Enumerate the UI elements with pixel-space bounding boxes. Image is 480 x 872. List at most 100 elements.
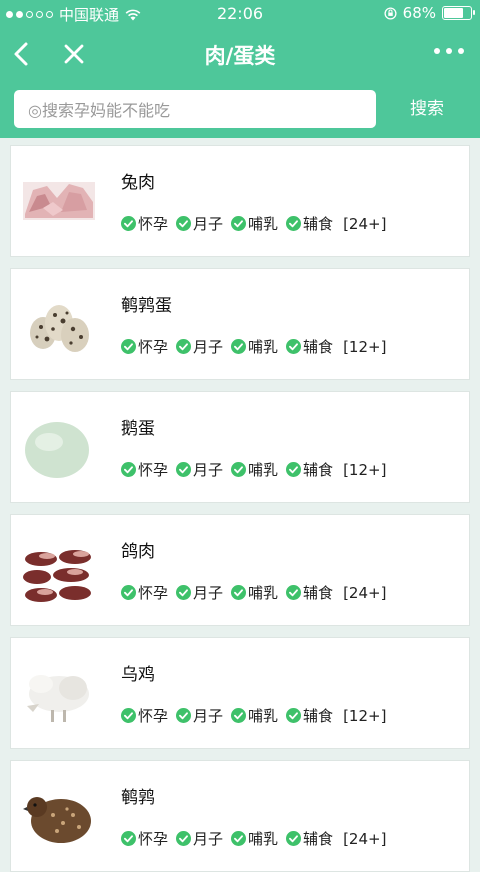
suitability-tag: 月子 [176,336,223,357]
suitability-tag: 月子 [176,459,223,480]
food-name: 鹌鹑 [121,788,155,808]
suitability-tag: 哺乳 [231,459,278,480]
food-thumbnail [23,162,95,240]
food-card[interactable]: 鸽肉怀孕 月子 哺乳 辅食 [24+] [10,514,470,626]
check-circle-icon [286,462,303,477]
food-name: 鸽肉 [121,542,155,562]
search-input[interactable]: ◎搜索孕妈能不能吃 [14,90,376,128]
tag-label: 月子 [193,584,224,602]
tag-label: 哺乳 [248,338,279,356]
food-card[interactable]: 鹅蛋 怀孕 月子 哺乳 辅食 [12+] [10,391,470,503]
check-circle-icon [176,216,193,231]
check-circle-icon [231,462,248,477]
suitability-tag: 辅食 [286,459,333,480]
suitability-tag: 辅食 [286,213,333,234]
tag-label: 辅食 [303,461,334,479]
check-circle-icon [121,462,138,477]
suitability-tag: 怀孕 [121,828,168,849]
status-right: 68% [384,4,475,22]
rotation-lock-icon [384,6,397,20]
food-thumbnail [23,777,95,855]
suitability-tag: 怀孕 [121,582,168,603]
tag-label: 月子 [193,215,224,233]
food-thumbnail [23,531,95,609]
food-card[interactable]: 鹌鹑蛋怀孕 月子 哺乳 辅食 [12+] [10,268,470,380]
suitability-tag: 哺乳 [231,705,278,726]
check-circle-icon [231,339,248,354]
tag-label: 哺乳 [248,830,279,848]
tag-label: 辅食 [303,830,334,848]
check-circle-icon [121,831,138,846]
tag-label: 怀孕 [138,830,169,848]
age-badge: [24+] [343,214,387,233]
tag-label: 月子 [193,338,224,356]
battery-percent: 68% [402,4,436,22]
suitability-tag: 哺乳 [231,336,278,357]
check-circle-icon [286,708,303,723]
suitability-tag: 辅食 [286,705,333,726]
tag-label: 月子 [193,707,224,725]
suitability-tag: 哺乳 [231,213,278,234]
tag-label: 辅食 [303,215,334,233]
close-icon[interactable] [62,42,86,66]
suitability-tag: 怀孕 [121,336,168,357]
check-circle-icon [231,585,248,600]
check-circle-icon [121,585,138,600]
age-badge: [24+] [343,583,387,602]
tag-label: 怀孕 [138,215,169,233]
check-circle-icon [286,831,303,846]
tag-label: 哺乳 [248,584,279,602]
suitability-tag: 哺乳 [231,582,278,603]
status-bar: 中国联通 22:06 68% [0,0,480,26]
check-circle-icon [176,339,193,354]
more-dots-icon[interactable] [434,48,464,54]
search-placeholder: ◎搜索孕妈能不能吃 [28,101,170,120]
check-circle-icon [231,831,248,846]
food-card[interactable]: 乌鸡怀孕 月子 哺乳 辅食 [12+] [10,637,470,749]
navbar: 肉/蛋类 [0,30,480,78]
suitability-tag: 月子 [176,582,223,603]
age-badge: [24+] [343,829,387,848]
suitability-tags: 怀孕 月子 哺乳 辅食 [12+] [121,459,386,480]
search-button[interactable]: 搜索 [392,94,462,124]
check-circle-icon [176,708,193,723]
suitability-tag: 辅食 [286,582,333,603]
tag-label: 辅食 [303,584,334,602]
check-circle-icon [286,339,303,354]
suitability-tag: 怀孕 [121,459,168,480]
tag-label: 怀孕 [138,461,169,479]
suitability-tags: 怀孕 月子 哺乳 辅食 [24+] [121,828,386,849]
suitability-tag: 月子 [176,828,223,849]
age-badge: [12+] [343,706,387,725]
food-name: 鹌鹑蛋 [121,296,172,316]
tag-label: 哺乳 [248,461,279,479]
suitability-tags: 怀孕 月子 哺乳 辅食 [24+] [121,213,386,234]
header: 中国联通 22:06 68% 肉/蛋类 ◎搜索孕妈能不能吃 搜索 [0,0,480,138]
check-circle-icon [176,831,193,846]
tag-label: 辅食 [303,707,334,725]
suitability-tag: 怀孕 [121,705,168,726]
food-name: 乌鸡 [121,665,155,685]
suitability-tag: 哺乳 [231,828,278,849]
tag-label: 哺乳 [248,707,279,725]
tag-label: 怀孕 [138,584,169,602]
food-card[interactable]: 兔肉 怀孕 月子 哺乳 辅食 [24+] [10,145,470,257]
tag-label: 怀孕 [138,707,169,725]
tag-label: 哺乳 [248,215,279,233]
suitability-tag: 辅食 [286,336,333,357]
suitability-tags: 怀孕 月子 哺乳 辅食 [24+] [121,582,386,603]
suitability-tag: 月子 [176,705,223,726]
suitability-tag: 怀孕 [121,213,168,234]
suitability-tag: 月子 [176,213,223,234]
food-thumbnail [23,654,95,732]
battery-icon [442,6,475,20]
check-circle-icon [176,585,193,600]
back-chevron-icon[interactable] [10,40,34,68]
suitability-tags: 怀孕 月子 哺乳 辅食 [12+] [121,705,386,726]
food-card[interactable]: 鹌鹑怀孕 月子 哺乳 辅食 [24+] [10,760,470,872]
suitability-tag: 辅食 [286,828,333,849]
food-name: 鹅蛋 [121,419,155,439]
check-circle-icon [176,462,193,477]
age-badge: [12+] [343,337,387,356]
food-thumbnail [23,285,95,363]
